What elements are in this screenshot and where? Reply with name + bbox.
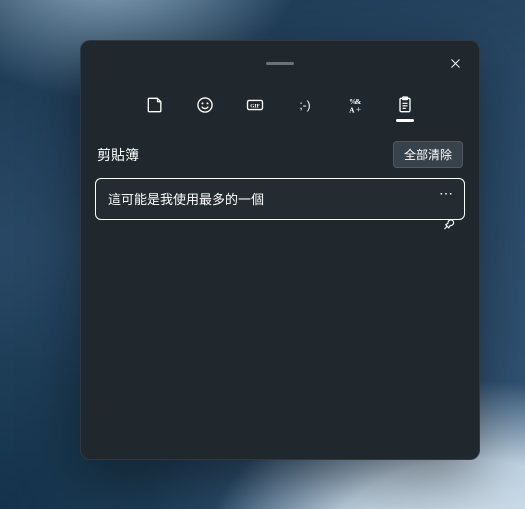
panel-titlebar <box>91 53 469 73</box>
close-button[interactable] <box>445 53 465 73</box>
clipboard-item[interactable]: 這可能是我使用最多的一個 ⋯ <box>95 178 465 220</box>
pin-button[interactable] <box>435 215 458 238</box>
emoji-clipboard-panel: GIF ;-) % & A + 剪貼簿 全部清除 <box>80 40 480 460</box>
clipboard-item-text: 這可能是我使用最多的一個 <box>108 191 452 209</box>
svg-text:+: + <box>356 105 361 115</box>
close-icon <box>449 57 462 70</box>
tab-recent[interactable] <box>141 95 169 125</box>
ellipsis-icon: ⋯ <box>439 185 454 201</box>
clipboard-icon <box>395 95 415 115</box>
emoji-icon <box>195 95 215 115</box>
tab-symbols[interactable]: % & A + <box>341 95 369 125</box>
section-title: 剪貼簿 <box>97 145 139 165</box>
symbols-icon: % & A + <box>345 95 365 115</box>
category-tabs: GIF ;-) % & A + <box>91 81 469 135</box>
clear-all-button[interactable]: 全部清除 <box>393 141 463 168</box>
tab-gif[interactable]: GIF <box>241 95 269 125</box>
more-options-button[interactable]: ⋯ <box>439 189 454 197</box>
tab-clipboard[interactable] <box>391 95 419 125</box>
kaomoji-icon: ;-) <box>295 95 315 115</box>
clipboard-header: 剪貼簿 全部清除 <box>91 135 469 178</box>
tab-emoji[interactable] <box>191 95 219 125</box>
sticker-icon <box>145 95 165 115</box>
drag-handle[interactable] <box>266 62 294 65</box>
clipboard-item-actions: ⋯ <box>439 189 454 236</box>
tab-kaomoji[interactable]: ;-) <box>291 95 319 125</box>
pin-icon <box>438 215 458 235</box>
svg-text:A: A <box>349 106 355 115</box>
gif-icon: GIF <box>245 95 265 115</box>
svg-text:GIF: GIF <box>250 104 260 110</box>
